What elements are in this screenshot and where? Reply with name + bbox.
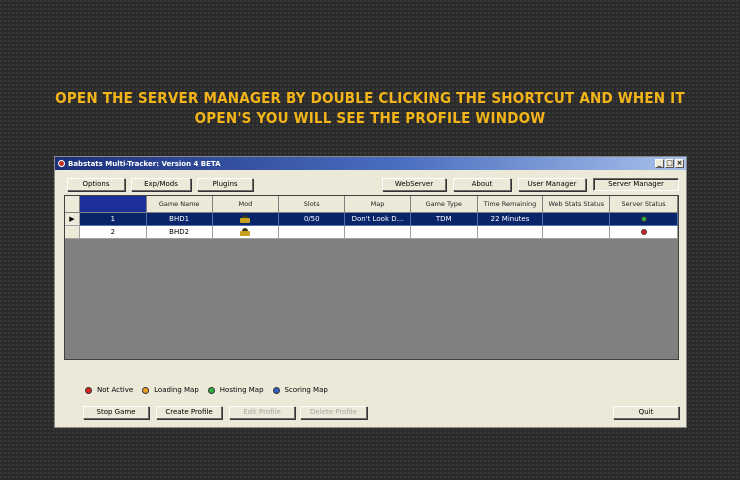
window-controls: _ □ × bbox=[655, 159, 684, 168]
maximize-button[interactable]: □ bbox=[665, 159, 674, 168]
column-header-server-status[interactable]: Server Status bbox=[610, 196, 678, 213]
grid-header: ID Game Name Mod Slots Map Game Type Tim… bbox=[65, 196, 678, 213]
app-window: Babstats Multi-Tracker: Version 4 BETA _… bbox=[54, 156, 687, 428]
cell-server-status[interactable] bbox=[610, 226, 678, 239]
create-profile-button[interactable]: Create Profile bbox=[156, 406, 222, 419]
cell-game-name[interactable]: BHD2 bbox=[146, 226, 213, 239]
app-icon[interactable] bbox=[58, 160, 65, 167]
cell-slots[interactable]: 0/50 bbox=[279, 213, 346, 226]
column-header-id[interactable]: ID bbox=[79, 196, 147, 213]
options-button[interactable]: Options bbox=[67, 178, 125, 191]
legend-label: Not Active bbox=[97, 386, 134, 394]
webserver-button[interactable]: WebServer bbox=[382, 178, 446, 191]
plugins-button[interactable]: Plugins bbox=[197, 178, 253, 191]
loading-map-icon bbox=[142, 386, 150, 394]
slide-title: Open the server manager by double clicki… bbox=[0, 88, 740, 128]
row-indicator-header bbox=[65, 196, 80, 213]
slide-title-line-2: open's you will see the profile window bbox=[194, 109, 546, 127]
toolbar: Options Exp/Mods Plugins WebServer About… bbox=[55, 170, 686, 194]
quit-button[interactable]: Quit bbox=[613, 406, 679, 419]
cell-id[interactable]: 1 bbox=[79, 213, 147, 226]
stop-game-button[interactable]: Stop Game bbox=[83, 406, 149, 419]
cell-web-stats-status[interactable] bbox=[543, 213, 611, 226]
column-header-game-name[interactable]: Game Name bbox=[146, 196, 213, 213]
window-titlebar[interactable]: Babstats Multi-Tracker: Version 4 BETA _… bbox=[55, 157, 686, 170]
soldier-icon bbox=[240, 228, 251, 236]
cell-time-remaining[interactable] bbox=[477, 226, 544, 239]
row-indicator bbox=[65, 226, 80, 239]
table-row[interactable]: ▶ 1 BHD1 0/50 Don't Look D... TDM 22 Min… bbox=[65, 213, 678, 226]
cell-time-remaining[interactable]: 22 Minutes bbox=[477, 213, 544, 226]
exp-mods-button[interactable]: Exp/Mods bbox=[131, 178, 191, 191]
delete-profile-button[interactable]: Delete Profile bbox=[300, 406, 367, 419]
scoring-map-icon bbox=[272, 386, 280, 394]
hosting-map-icon bbox=[207, 386, 215, 394]
legend-label: Hosting Map bbox=[219, 386, 264, 394]
window-title: Babstats Multi-Tracker: Version 4 BETA bbox=[68, 159, 221, 168]
cell-map[interactable] bbox=[345, 226, 411, 239]
edit-profile-button[interactable]: Edit Profile bbox=[229, 406, 295, 419]
legend-loading-map: Loading Map bbox=[142, 386, 199, 394]
cell-server-status[interactable] bbox=[610, 213, 678, 226]
not-active-icon bbox=[85, 386, 92, 394]
user-manager-button[interactable]: User Manager bbox=[518, 178, 586, 191]
legend-scoring-map: Scoring Map bbox=[272, 386, 328, 394]
server-manager-button[interactable]: Server Manager bbox=[593, 178, 679, 191]
cell-slots[interactable] bbox=[279, 226, 346, 239]
cell-game-type[interactable]: TDM bbox=[410, 213, 478, 226]
cell-map[interactable]: Don't Look D... bbox=[345, 213, 411, 226]
row-indicator-arrow: ▶ bbox=[65, 213, 80, 226]
column-header-web-stats-status[interactable]: Web Stats Status bbox=[543, 196, 611, 213]
cell-id[interactable]: 2 bbox=[79, 226, 147, 239]
column-header-map[interactable]: Map bbox=[345, 196, 411, 213]
cell-mod[interactable] bbox=[212, 213, 280, 226]
cell-mod[interactable] bbox=[212, 226, 280, 239]
hosting-status-icon bbox=[640, 216, 647, 222]
column-header-game-type[interactable]: Game Type bbox=[410, 196, 478, 213]
slide-title-line-1: Open the server manager by double clicki… bbox=[55, 89, 685, 107]
minimize-button[interactable]: _ bbox=[655, 159, 664, 168]
status-legend: Not Active Loading Map Hosting Map Scori… bbox=[85, 386, 337, 394]
soldier-icon bbox=[240, 215, 251, 223]
cell-game-type[interactable] bbox=[410, 226, 478, 239]
column-header-mod[interactable]: Mod bbox=[212, 196, 280, 213]
legend-hosting-map: Hosting Map bbox=[207, 386, 264, 394]
column-header-time-remaining[interactable]: Time Remaining bbox=[477, 196, 544, 213]
legend-label: Loading Map bbox=[154, 386, 199, 394]
legend-label: Scoring Map bbox=[284, 386, 328, 394]
not-active-status-icon bbox=[640, 229, 647, 235]
cell-game-name[interactable]: BHD1 bbox=[146, 213, 213, 226]
legend-not-active: Not Active bbox=[85, 386, 133, 394]
cell-web-stats-status[interactable] bbox=[543, 226, 611, 239]
table-row[interactable]: 2 BHD2 bbox=[65, 226, 678, 239]
about-button[interactable]: About bbox=[453, 178, 511, 191]
close-button[interactable]: × bbox=[675, 159, 684, 168]
profiles-grid[interactable]: ID Game Name Mod Slots Map Game Type Tim… bbox=[64, 195, 679, 360]
column-header-slots[interactable]: Slots bbox=[279, 196, 346, 213]
